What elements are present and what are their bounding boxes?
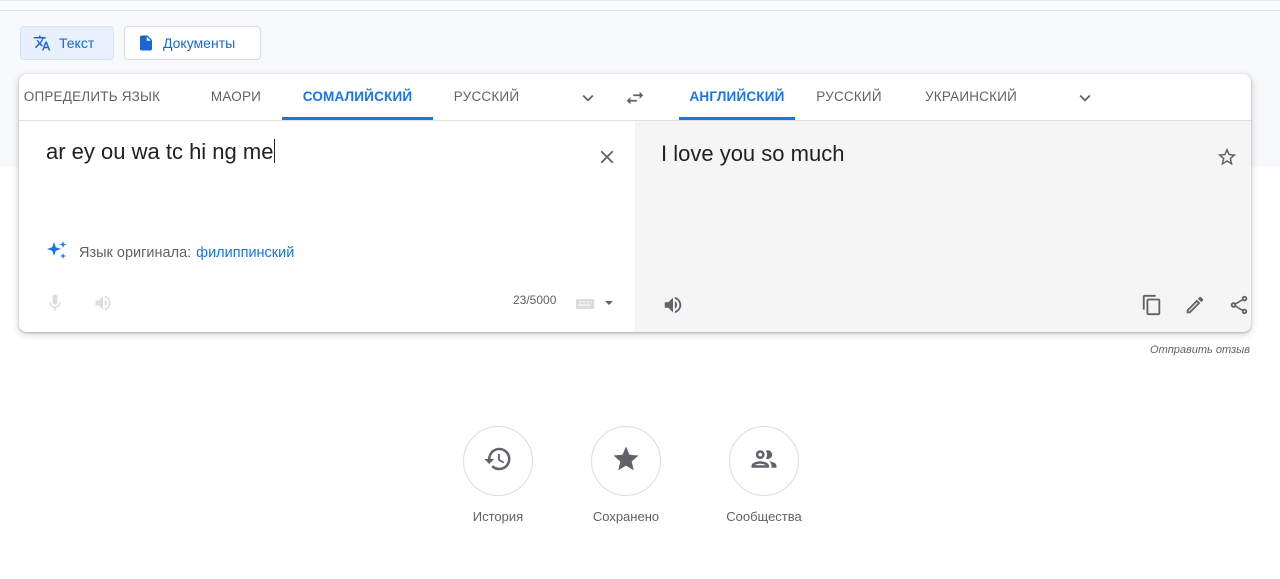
detected-language: Язык оригинала: филиппинский: [45, 239, 294, 267]
saved-section: Сохранено: [571, 426, 681, 524]
source-text-input[interactable]: ar ey ou wa tc hi ng me: [46, 139, 586, 165]
target-lang-label: УКРАИНСКИЙ: [924, 89, 1018, 104]
history-label: История: [472, 509, 524, 524]
community-label: Сообщества: [726, 509, 802, 524]
source-lang-label: ОПРЕДЕЛИТЬ ЯЗЫК: [23, 89, 161, 104]
history-button[interactable]: [463, 426, 533, 496]
history-section: История: [443, 426, 553, 524]
detected-language-label: Язык оригинала:: [79, 245, 192, 261]
speaker-icon[interactable]: [91, 291, 115, 315]
documents-mode-label: Документы: [163, 35, 236, 51]
keyboard-icon[interactable]: [574, 293, 616, 313]
text-mode-button[interactable]: Текст: [20, 26, 114, 60]
document-icon: [137, 34, 155, 52]
source-lang-label: МАОРИ: [210, 89, 262, 104]
saved-star-icon: [611, 444, 641, 479]
mic-icon[interactable]: [43, 291, 67, 315]
speaker-icon[interactable]: [659, 291, 687, 319]
text-caret: [274, 139, 276, 163]
target-lang-label: РУССКИЙ: [816, 89, 882, 104]
detected-language-link[interactable]: филиппинский: [196, 245, 294, 261]
source-text: ar ey ou wa tc hi ng me: [46, 139, 274, 164]
community-section: Сообщества: [709, 426, 819, 524]
translate-icon: [33, 34, 51, 52]
target-lang-russian[interactable]: РУССКИЙ: [801, 74, 897, 120]
history-icon: [483, 444, 513, 479]
source-lang-maori[interactable]: МАОРИ: [189, 74, 283, 120]
community-button[interactable]: [729, 426, 799, 496]
star-icon[interactable]: [1212, 142, 1242, 172]
source-lang-russian[interactable]: РУССКИЙ: [439, 74, 534, 120]
source-lang-label: РУССКИЙ: [453, 89, 520, 104]
target-pane: I love you so much: [635, 121, 1251, 332]
target-lang-label: АНГЛИЙСКИЙ: [689, 89, 785, 104]
send-feedback-link[interactable]: Отправить отзыв: [1150, 344, 1250, 356]
share-icon[interactable]: [1224, 290, 1251, 320]
text-mode-label: Текст: [59, 35, 95, 51]
documents-mode-button[interactable]: Документы: [124, 26, 261, 60]
character-counter: 23/5000: [513, 293, 557, 307]
language-bar: ОПРЕДЕЛИТЬ ЯЗЫК МАОРИ СОМАЛИЙСКИЙ РУССКИ…: [19, 74, 1251, 121]
translation-text: I love you so much: [661, 141, 845, 166]
source-lang-somali[interactable]: СОМАЛИЙСКИЙ: [282, 74, 433, 120]
edit-icon[interactable]: [1180, 290, 1210, 320]
target-lang-ukrainian[interactable]: УКРАИНСКИЙ: [913, 74, 1029, 120]
source-pane: ar ey ou wa tc hi ng me Язык оригинала: …: [19, 121, 635, 332]
target-lang-english[interactable]: АНГЛИЙСКИЙ: [679, 74, 795, 120]
chevron-down-icon[interactable]: [1071, 85, 1099, 111]
translator-card: ОПРЕДЕЛИТЬ ЯЗЫК МАОРИ СОМАЛИЙСКИЙ РУССКИ…: [19, 74, 1251, 332]
chevron-down-icon[interactable]: [574, 85, 602, 111]
source-lang-label: СОМАЛИЙСКИЙ: [302, 89, 413, 104]
saved-label: Сохранено: [592, 509, 660, 524]
clear-icon[interactable]: [592, 142, 622, 172]
community-icon: [749, 444, 779, 479]
divider: [0, 10, 1280, 11]
sparkle-icon: [45, 239, 69, 267]
copy-icon[interactable]: [1137, 290, 1167, 320]
swap-icon[interactable]: [620, 84, 650, 112]
source-lang-detect[interactable]: ОПРЕДЕЛИТЬ ЯЗЫК: [19, 74, 165, 120]
saved-button[interactable]: [591, 426, 661, 496]
